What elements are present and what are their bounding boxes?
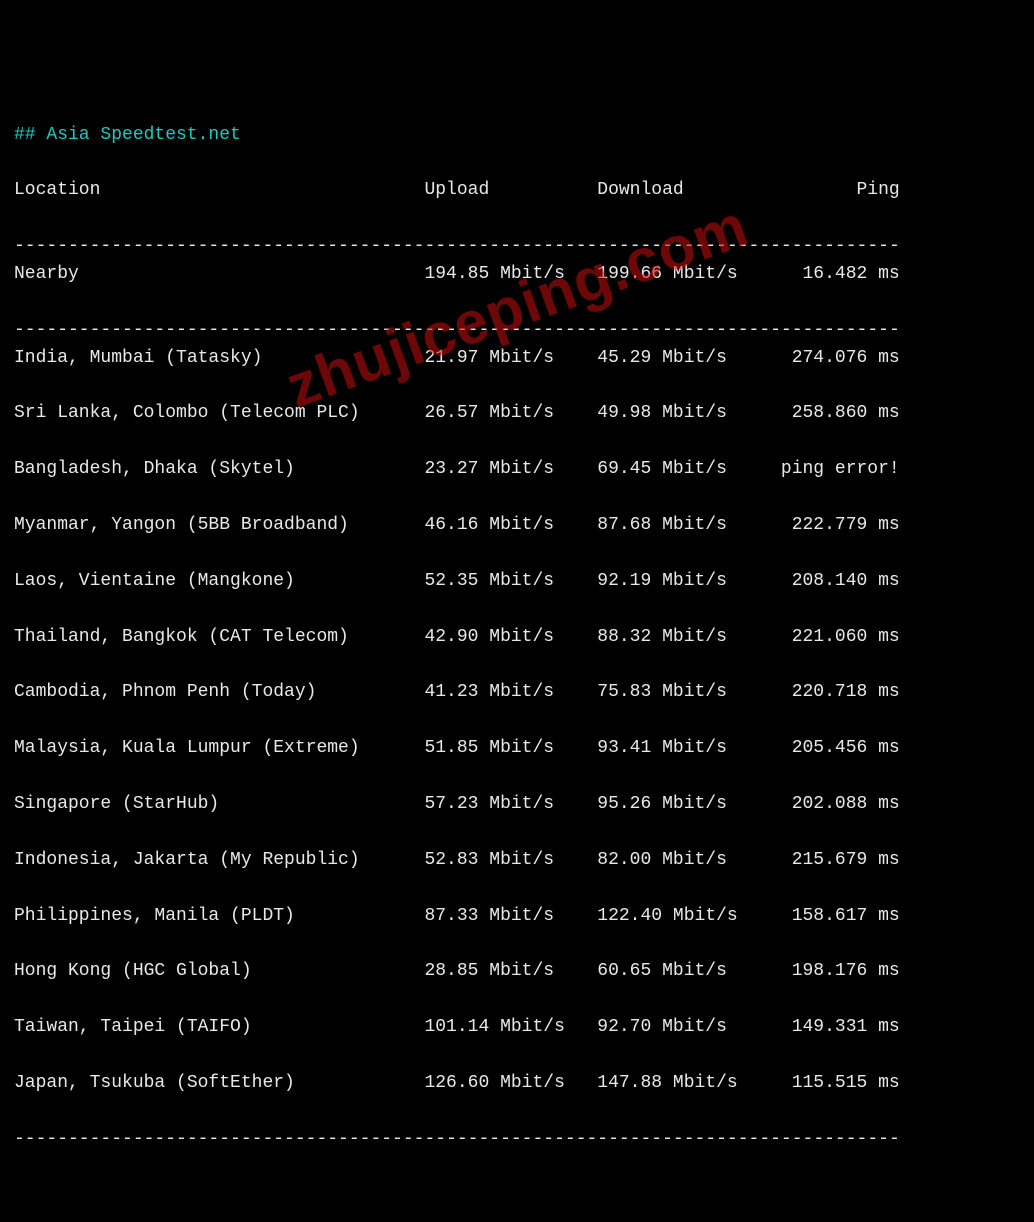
row-upload: 21.97 Mbit/s: [424, 345, 597, 373]
table-row: Cambodia, Phnom Penh (Today)41.23 Mbit/s…: [14, 679, 1020, 707]
table-row: Japan, Tsukuba (SoftEther)126.60 Mbit/s1…: [14, 1070, 1020, 1098]
row-ping: 202.088 ms: [770, 791, 900, 819]
row-download: 60.65 Mbit/s: [597, 958, 770, 986]
row-upload: 42.90 Mbit/s: [424, 624, 597, 652]
header-location: Location: [14, 177, 424, 205]
nearby-upload: 194.85 Mbit/s: [424, 261, 597, 289]
row-ping: 198.176 ms: [770, 958, 900, 986]
row-ping: 258.860 ms: [770, 400, 900, 428]
separator-line: ----------------------------------------…: [14, 320, 900, 340]
row-location: Cambodia, Phnom Penh (Today): [14, 679, 424, 707]
row-ping: 215.679 ms: [770, 847, 900, 875]
header-download: Download: [597, 177, 770, 205]
watermark-text: zhujiceping.com: [273, 179, 761, 432]
row-location: Sri Lanka, Colombo (Telecom PLC): [14, 400, 424, 428]
row-ping: 274.076 ms: [770, 345, 900, 373]
row-ping: 115.515 ms: [770, 1070, 900, 1098]
row-location: Laos, Vientaine (Mangkone): [14, 568, 424, 596]
row-ping: 222.779 ms: [770, 512, 900, 540]
row-download: 93.41 Mbit/s: [597, 735, 770, 763]
table-row: Hong Kong (HGC Global)28.85 Mbit/s60.65 …: [14, 958, 1020, 986]
row-upload: 52.83 Mbit/s: [424, 847, 597, 875]
row-location: Bangladesh, Dhaka (Skytel): [14, 456, 424, 484]
header-ping: Ping: [770, 177, 900, 205]
row-upload: 52.35 Mbit/s: [424, 568, 597, 596]
table-row: Taiwan, Taipei (TAIFO)101.14 Mbit/s92.70…: [14, 1014, 1020, 1042]
row-download: 82.00 Mbit/s: [597, 847, 770, 875]
row-download: 95.26 Mbit/s: [597, 791, 770, 819]
row-location: Singapore (StarHub): [14, 791, 424, 819]
table-row: Myanmar, Yangon (5BB Broadband)46.16 Mbi…: [14, 512, 1020, 540]
row-location: Hong Kong (HGC Global): [14, 958, 424, 986]
row-ping: 221.060 ms: [770, 624, 900, 652]
table-row: Malaysia, Kuala Lumpur (Extreme)51.85 Mb…: [14, 735, 1020, 763]
row-ping: ping error!: [770, 456, 900, 484]
row-upload: 87.33 Mbit/s: [424, 903, 597, 931]
nearby-download: 199.66 Mbit/s: [597, 261, 770, 289]
row-location: Malaysia, Kuala Lumpur (Extreme): [14, 735, 424, 763]
row-location: Philippines, Manila (PLDT): [14, 903, 424, 931]
table-row: India, Mumbai (Tatasky)21.97 Mbit/s45.29…: [14, 345, 1020, 373]
row-location: Japan, Tsukuba (SoftEther): [14, 1070, 424, 1098]
table-row: Thailand, Bangkok (CAT Telecom)42.90 Mbi…: [14, 624, 1020, 652]
separator-line: ----------------------------------------…: [14, 1129, 900, 1149]
row-download: 122.40 Mbit/s: [597, 903, 770, 931]
row-upload: 101.14 Mbit/s: [424, 1014, 597, 1042]
row-download: 87.68 Mbit/s: [597, 512, 770, 540]
header-upload: Upload: [424, 177, 597, 205]
row-download: 49.98 Mbit/s: [597, 400, 770, 428]
row-upload: 28.85 Mbit/s: [424, 958, 597, 986]
row-download: 75.83 Mbit/s: [597, 679, 770, 707]
row-location: India, Mumbai (Tatasky): [14, 345, 424, 373]
row-upload: 57.23 Mbit/s: [424, 791, 597, 819]
row-upload: 26.57 Mbit/s: [424, 400, 597, 428]
row-upload: 126.60 Mbit/s: [424, 1070, 597, 1098]
table-row: Bangladesh, Dhaka (Skytel)23.27 Mbit/s69…: [14, 456, 1020, 484]
table-row: Singapore (StarHub)57.23 Mbit/s95.26 Mbi…: [14, 791, 1020, 819]
row-location: Myanmar, Yangon (5BB Broadband): [14, 512, 424, 540]
row-download: 147.88 Mbit/s: [597, 1070, 770, 1098]
section-title: ## Asia Speedtest.net: [14, 125, 241, 145]
row-download: 92.19 Mbit/s: [597, 568, 770, 596]
row-upload: 23.27 Mbit/s: [424, 456, 597, 484]
separator-line: ----------------------------------------…: [14, 236, 900, 256]
row-ping: 205.456 ms: [770, 735, 900, 763]
table-row: Sri Lanka, Colombo (Telecom PLC)26.57 Mb…: [14, 400, 1020, 428]
row-location: Thailand, Bangkok (CAT Telecom): [14, 624, 424, 652]
row-ping: 158.617 ms: [770, 903, 900, 931]
row-ping: 220.718 ms: [770, 679, 900, 707]
row-download: 88.32 Mbit/s: [597, 624, 770, 652]
row-ping: 208.140 ms: [770, 568, 900, 596]
row-upload: 51.85 Mbit/s: [424, 735, 597, 763]
table-row: Laos, Vientaine (Mangkone)52.35 Mbit/s92…: [14, 568, 1020, 596]
row-upload: 41.23 Mbit/s: [424, 679, 597, 707]
header-row: LocationUploadDownloadPing: [14, 177, 1020, 205]
row-ping: 149.331 ms: [770, 1014, 900, 1042]
row-location: Taiwan, Taipei (TAIFO): [14, 1014, 424, 1042]
row-location: Indonesia, Jakarta (My Republic): [14, 847, 424, 875]
row-download: 69.45 Mbit/s: [597, 456, 770, 484]
row-upload: 46.16 Mbit/s: [424, 512, 597, 540]
nearby-location: Nearby: [14, 261, 424, 289]
row-download: 92.70 Mbit/s: [597, 1014, 770, 1042]
table-row: Philippines, Manila (PLDT)87.33 Mbit/s12…: [14, 903, 1020, 931]
nearby-row: Nearby194.85 Mbit/s199.66 Mbit/s16.482 m…: [14, 261, 1020, 289]
row-download: 45.29 Mbit/s: [597, 345, 770, 373]
table-row: Indonesia, Jakarta (My Republic)52.83 Mb…: [14, 847, 1020, 875]
nearby-ping: 16.482 ms: [770, 261, 900, 289]
